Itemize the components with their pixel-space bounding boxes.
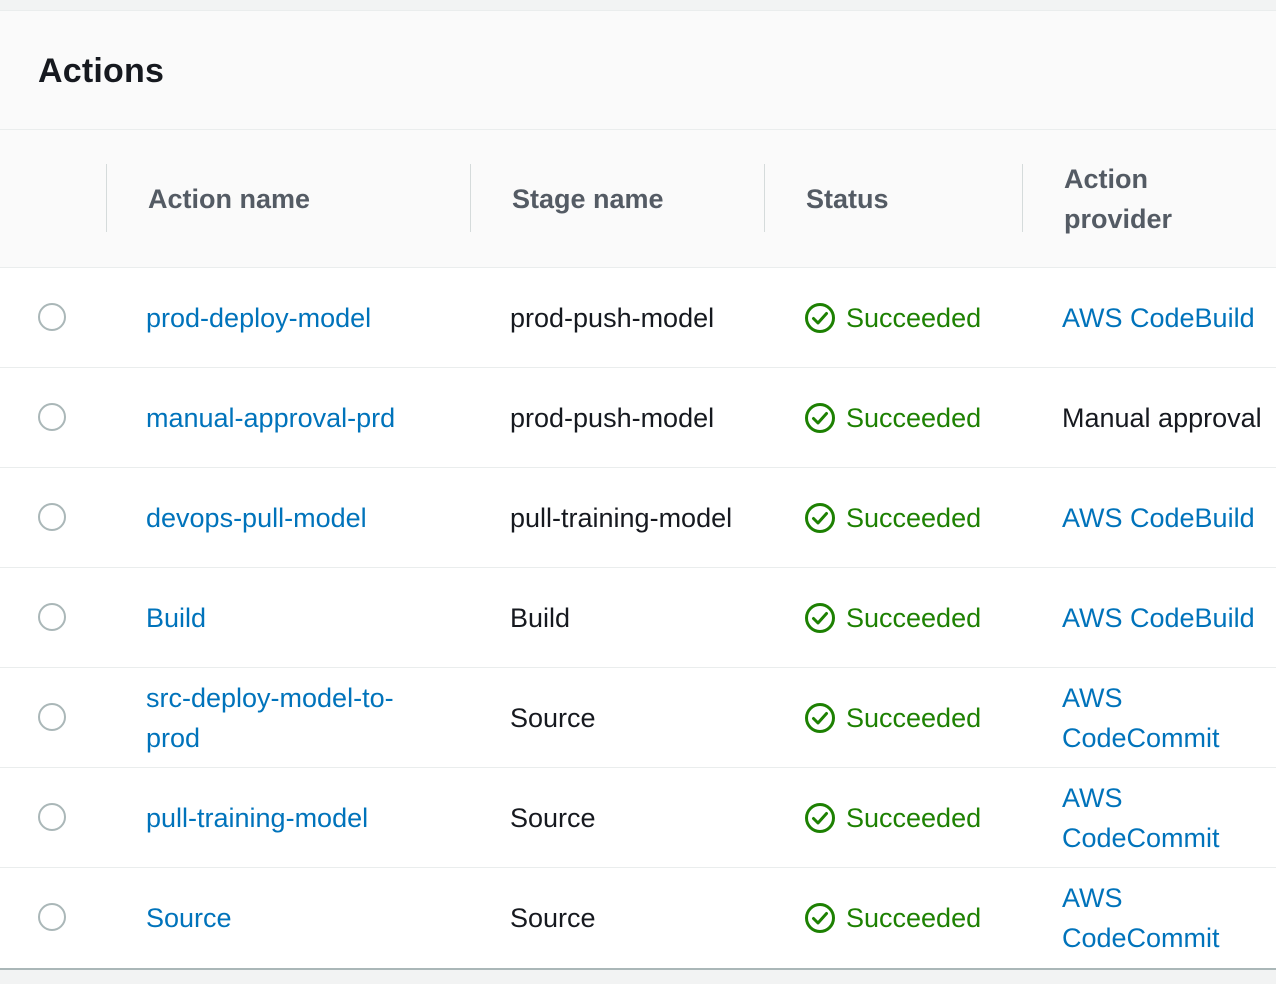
action-name-link[interactable]: manual-approval-prd [146,398,395,438]
status-text: Succeeded [846,503,982,533]
check-circle-icon [805,303,835,333]
column-header-action-provider[interactable]: Action provider [1064,130,1214,268]
row-select-radio[interactable] [38,803,66,831]
table-row: devops-pull-model pull-training-model Su… [0,468,1276,568]
status-indicator: Succeeded [804,868,1024,968]
row-select-radio[interactable] [38,603,66,631]
status-text: Succeeded [846,803,982,833]
table-body: prod-deploy-model prod-push-model Succee… [0,268,1276,968]
check-circle-icon [805,403,835,433]
action-provider-link[interactable]: AWS CodeCommit [1062,778,1276,858]
status-indicator: Succeeded [804,768,1024,868]
action-name-link[interactable]: Build [146,598,206,638]
check-circle-icon [805,703,835,733]
row-select-radio[interactable] [38,403,66,431]
action-provider-link[interactable]: AWS CodeCommit [1062,678,1276,758]
table-row: Source Source Succeeded AWS CodeCommit [0,868,1276,968]
table-row: src-deploy-model-to-prod Source Succeede… [0,668,1276,768]
row-select-radio[interactable] [38,703,66,731]
column-header-stage-name[interactable]: Stage name [512,130,742,268]
row-select-radio[interactable] [38,903,66,931]
column-divider [470,164,471,232]
action-name-link[interactable]: Source [146,898,232,938]
action-provider-text: Manual approval [1062,403,1262,433]
stage-name-text: Source [510,903,596,933]
actions-panel: Actions Action name Stage name Status Ac… [0,10,1276,970]
table-row: prod-deploy-model prod-push-model Succee… [0,268,1276,368]
action-name-link[interactable]: pull-training-model [146,798,368,838]
status-indicator: Succeeded [804,268,1024,368]
panel-header: Actions [0,11,1276,130]
action-name-link[interactable]: src-deploy-model-to-prod [146,678,446,758]
table-row: Build Build Succeeded AWS CodeBuild [0,568,1276,668]
panel-title: Actions [38,52,165,90]
status-text: Succeeded [846,603,982,633]
action-name-link[interactable]: prod-deploy-model [146,298,371,338]
column-header-action-name[interactable]: Action name [148,130,448,268]
status-indicator: Succeeded [804,468,1024,568]
column-header-status[interactable]: Status [806,130,1006,268]
status-text: Succeeded [846,303,982,333]
column-divider [106,164,107,232]
check-circle-icon [805,603,835,633]
status-text: Succeeded [846,403,982,433]
stage-name-text: pull-training-model [510,503,733,533]
stage-name-text: prod-push-model [510,403,715,433]
row-select-radio[interactable] [38,503,66,531]
table-header: Action name Stage name Status Action pro… [0,130,1276,268]
table-row: pull-training-model Source Succeeded AWS… [0,768,1276,868]
stage-name-text: Build [510,603,571,633]
table-row: manual-approval-prd prod-push-model Succ… [0,368,1276,468]
status-text: Succeeded [846,703,982,733]
stage-name-text: Source [510,803,596,833]
check-circle-icon [805,503,835,533]
status-indicator: Succeeded [804,368,1024,468]
action-name-link[interactable]: devops-pull-model [146,498,367,538]
status-indicator: Succeeded [804,668,1024,768]
status-text: Succeeded [846,903,982,933]
column-divider [764,164,765,232]
stage-name-text: prod-push-model [510,303,715,333]
action-provider-link[interactable]: AWS CodeCommit [1062,878,1276,958]
stage-name-text: Source [510,703,596,733]
action-provider-link[interactable]: AWS CodeBuild [1062,298,1255,338]
check-circle-icon [805,903,835,933]
row-select-radio[interactable] [38,303,66,331]
status-indicator: Succeeded [804,568,1024,668]
action-provider-link[interactable]: AWS CodeBuild [1062,498,1255,538]
check-circle-icon [805,803,835,833]
action-provider-link[interactable]: AWS CodeBuild [1062,598,1255,638]
column-divider [1022,164,1023,232]
